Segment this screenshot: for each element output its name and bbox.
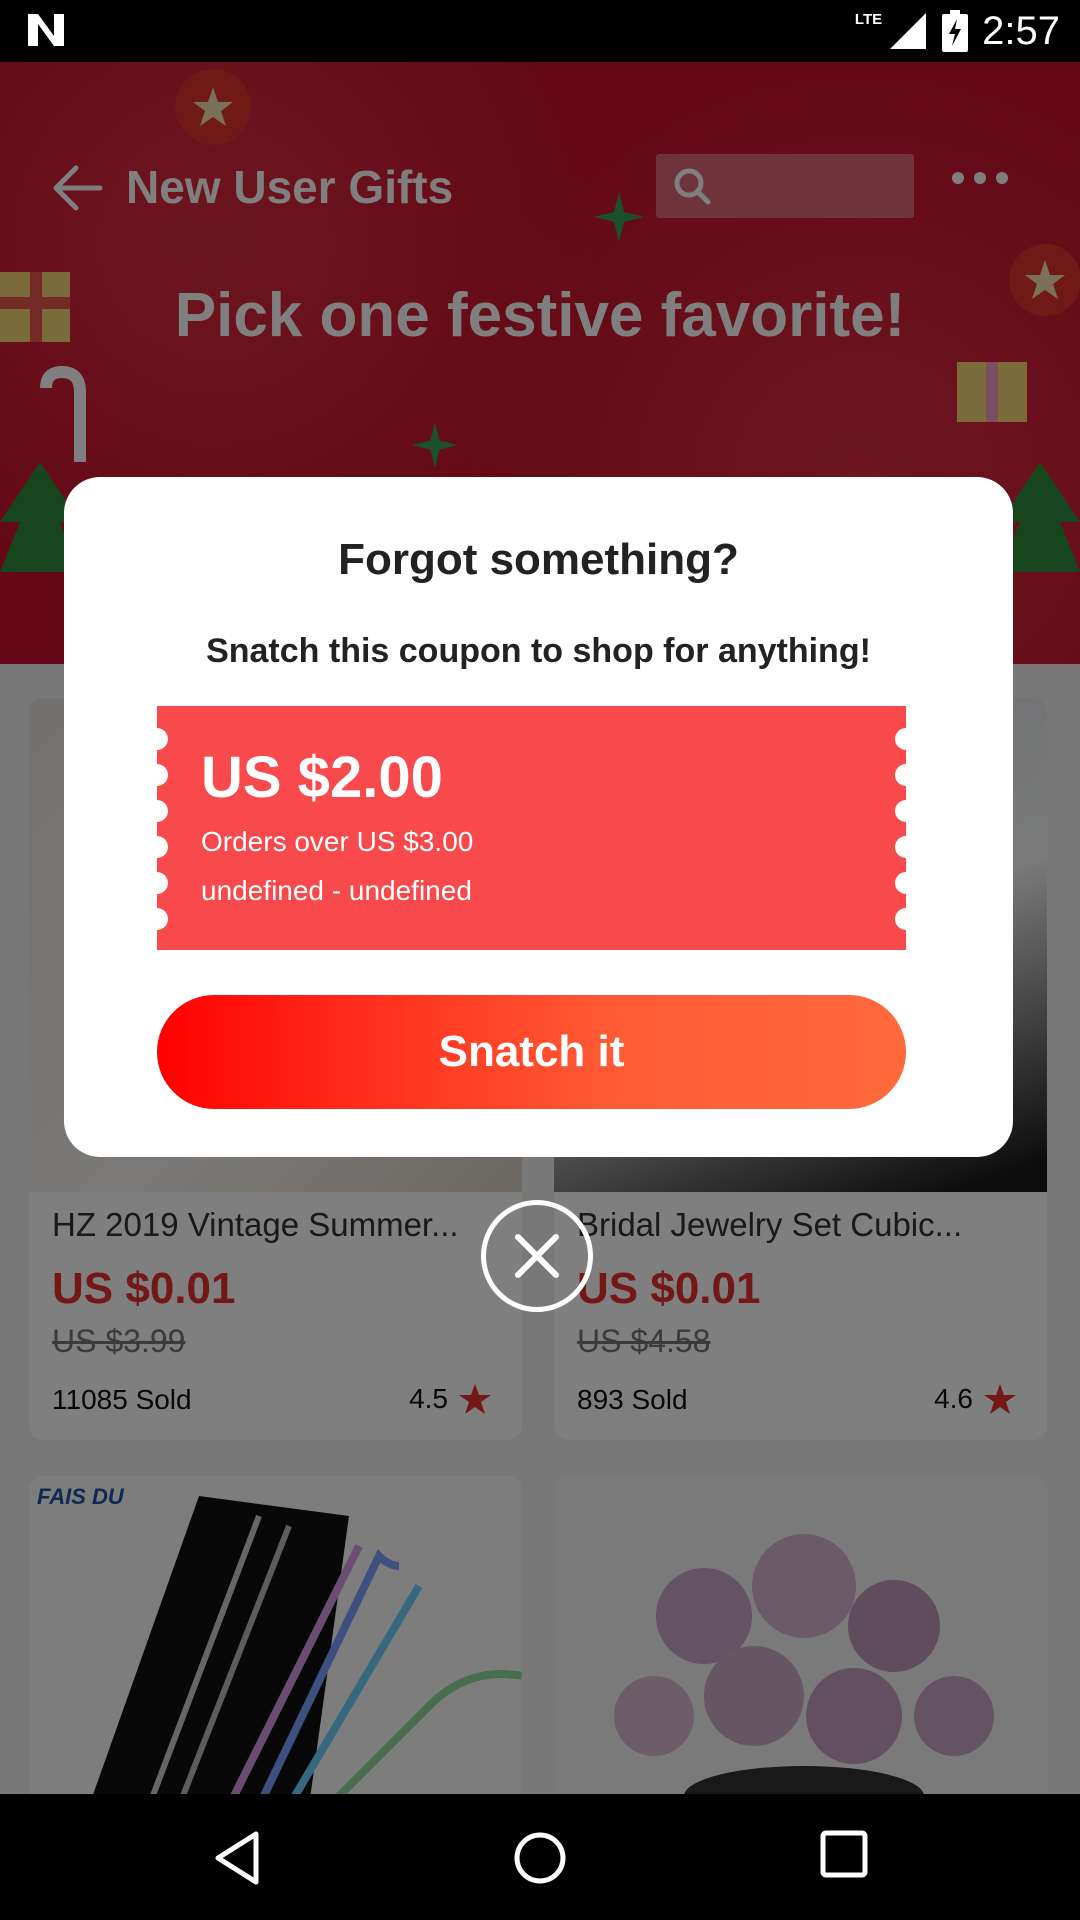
lte-signal-icon	[890, 13, 927, 49]
system-nav-bar	[0, 1794, 1080, 1920]
nav-recents-icon[interactable]	[820, 1830, 868, 1878]
coupon-dialog: Forgot something? Snatch this coupon to …	[64, 477, 1013, 1157]
dialog-subtitle: Snatch this coupon to shop for anything!	[206, 632, 871, 670]
coupon-amount: US $2.00	[201, 745, 443, 810]
nav-home-icon[interactable]	[512, 1830, 568, 1886]
coupon-validity: undefined - undefined	[201, 875, 472, 906]
close-icon	[515, 1234, 559, 1278]
dialog-title: Forgot something?	[338, 535, 739, 584]
close-button[interactable]	[481, 1200, 593, 1312]
nav-back-icon[interactable]	[212, 1830, 262, 1886]
n-logo-icon	[28, 14, 64, 46]
status-bar: LTE 2:57	[0, 0, 1080, 62]
battery-charging-icon	[942, 10, 969, 52]
clock: 2:57	[982, 8, 1060, 53]
snatch-it-button[interactable]: Snatch it	[157, 995, 906, 1109]
coupon-card: US $2.00 Orders over US $3.00 undefined …	[146, 706, 917, 950]
network-type: LTE	[854, 10, 883, 28]
coupon-condition: Orders over US $3.00	[201, 826, 474, 857]
